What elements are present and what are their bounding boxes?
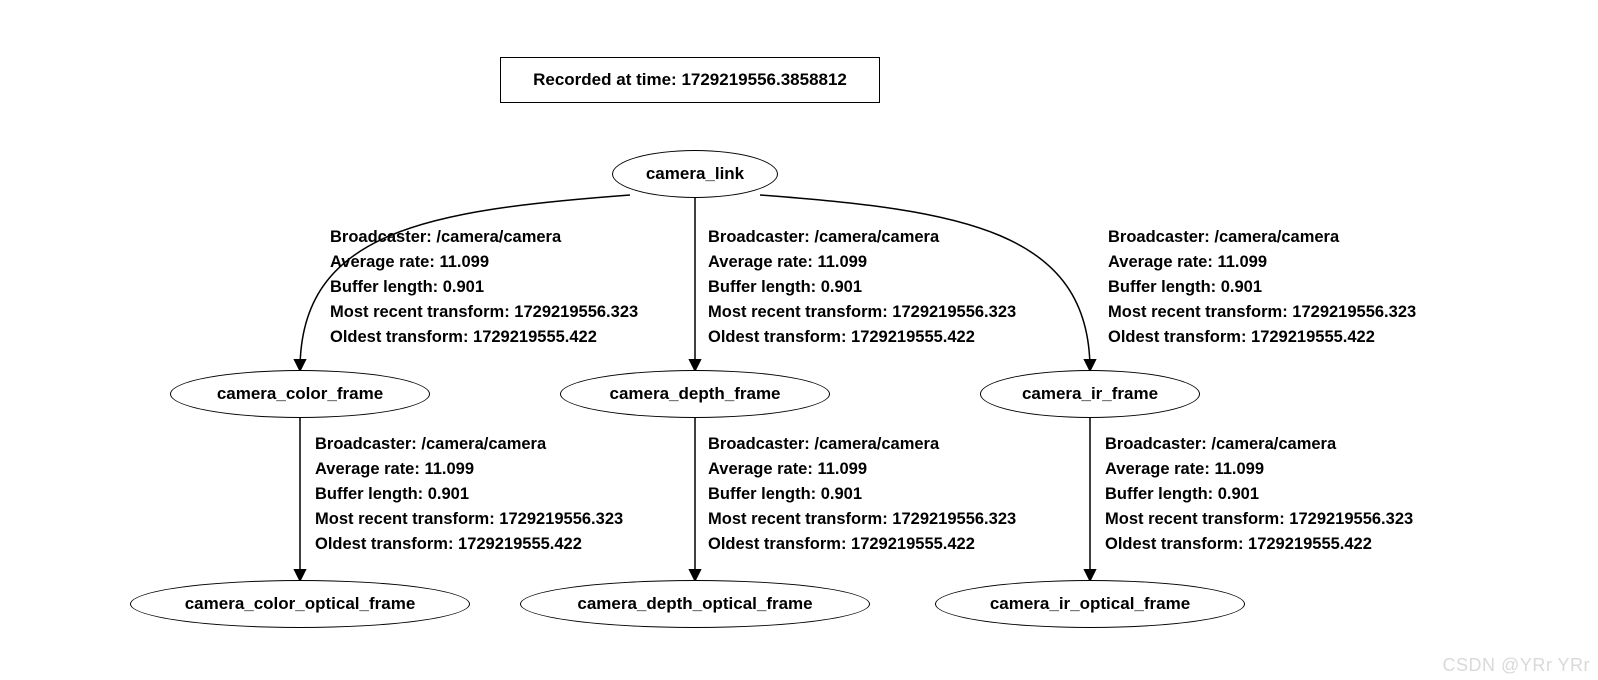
- node-camera-depth-optical: camera_depth_optical_frame: [520, 580, 870, 628]
- node-label: camera_depth_frame: [609, 384, 780, 404]
- edge-info-depth-lower: Broadcaster: /camera/camera Average rate…: [708, 432, 1016, 557]
- edge-info-ir-lower: Broadcaster: /camera/camera Average rate…: [1105, 432, 1413, 557]
- node-label: camera_ir_frame: [1022, 384, 1158, 404]
- node-camera-ir-frame: camera_ir_frame: [980, 370, 1200, 418]
- node-camera-color-optical: camera_color_optical_frame: [130, 580, 470, 628]
- edge-info-ir-upper: Broadcaster: /camera/camera Average rate…: [1108, 225, 1416, 350]
- node-label: camera_ir_optical_frame: [990, 594, 1190, 614]
- node-label: camera_color_frame: [217, 384, 383, 404]
- edge-info-color-lower: Broadcaster: /camera/camera Average rate…: [315, 432, 623, 557]
- recorded-time-box: Recorded at time: 1729219556.3858812: [500, 57, 880, 103]
- watermark: CSDN @YRr YRr: [1443, 655, 1590, 676]
- edge-info-color-upper: Broadcaster: /camera/camera Average rate…: [330, 225, 638, 350]
- recorded-time-label: Recorded at time: 1729219556.3858812: [533, 70, 847, 90]
- node-camera-ir-optical: camera_ir_optical_frame: [935, 580, 1245, 628]
- edge-info-depth-upper: Broadcaster: /camera/camera Average rate…: [708, 225, 1016, 350]
- node-label: camera_depth_optical_frame: [577, 594, 812, 614]
- node-label: camera_link: [646, 164, 744, 184]
- node-camera-link: camera_link: [612, 150, 778, 198]
- node-camera-depth-frame: camera_depth_frame: [560, 370, 830, 418]
- node-camera-color-frame: camera_color_frame: [170, 370, 430, 418]
- node-label: camera_color_optical_frame: [185, 594, 416, 614]
